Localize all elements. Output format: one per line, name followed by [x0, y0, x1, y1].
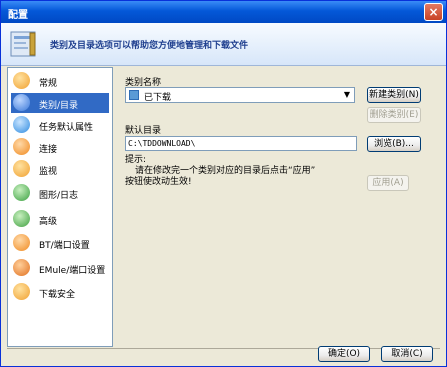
title-bar: 配置 ×	[1, 1, 446, 23]
cancel-button[interactable]: 取消(C)	[381, 346, 433, 362]
person-icon	[13, 72, 30, 89]
sidebar-item-bt-port[interactable]: BT/端口设置	[11, 233, 109, 253]
footer-divider	[7, 348, 440, 349]
banner-text: 类别及目录选项可以帮助您方便地管理和下载文件	[50, 41, 249, 51]
hint-line-1: 请在修改完一个类别对应的目录后点击“应用”	[135, 166, 316, 176]
apply-button[interactable]: 应用(A)	[367, 175, 409, 191]
hint-line-2: 按钮使改动生效!	[125, 177, 192, 187]
hint-title: 提示:	[125, 155, 147, 165]
banner: 类别及目录选项可以帮助您方便地管理和下载文件	[1, 23, 446, 66]
sidebar-item-label: 常规	[39, 79, 58, 89]
sidebar-item-task-defaults[interactable]: 任务默认属性	[11, 115, 109, 135]
sidebar-item-emule-port[interactable]: EMule/端口设置	[11, 258, 109, 278]
default-directory-label: 默认目录	[125, 126, 162, 136]
sidebar-item-label: 图形/日志	[39, 191, 79, 201]
chevron-down-icon[interactable]: ▼	[340, 88, 354, 102]
hint-text: 提示: 请在修改完一个类别对应的目录后点击“应用” 按钮使改动生效!	[125, 155, 345, 188]
new-category-button[interactable]: 新建类别(N)	[367, 87, 421, 103]
ok-button[interactable]: 确定(O)	[318, 346, 370, 362]
sidebar-item-label: 连接	[39, 145, 58, 155]
sidebar-item-label: 任务默认属性	[39, 123, 94, 133]
advanced-icon	[13, 210, 30, 227]
sidebar-item-monitor[interactable]: 监视	[11, 159, 109, 179]
sidebar-item-category-directory[interactable]: 类别/目录	[11, 93, 109, 113]
bt-icon	[13, 234, 30, 251]
category-sidebar: 常规 类别/目录 任务默认属性 连接 监视 图形/日志 高级 BT/端口设置 E…	[7, 67, 113, 347]
gear-icon	[13, 116, 30, 133]
sidebar-item-label: 监视	[39, 167, 58, 177]
sidebar-item-download-security[interactable]: 下载安全	[11, 282, 109, 302]
folder-icon	[13, 94, 30, 111]
close-button[interactable]: ×	[424, 3, 443, 21]
config-dialog: 配置 × 类别及目录选项可以帮助您方便地管理和下载文件 常规 类别/目录 任务默…	[0, 0, 447, 367]
emule-icon	[13, 259, 30, 276]
sidebar-item-label: BT/端口设置	[39, 241, 90, 251]
sidebar-item-label: EMule/端口设置	[39, 266, 106, 276]
window-title: 配置	[8, 10, 28, 21]
sidebar-item-connection[interactable]: 连接	[11, 137, 109, 157]
sidebar-item-label: 高级	[39, 217, 58, 227]
monitor-icon	[13, 160, 30, 177]
sidebar-item-general[interactable]: 常规	[11, 71, 109, 91]
connection-icon	[13, 138, 30, 155]
sidebar-item-label: 下载安全	[39, 290, 76, 300]
sidebar-item-advanced[interactable]: 高级	[11, 209, 109, 229]
directory-input[interactable]: C:\TDDOWNLOAD\	[125, 136, 357, 151]
category-icon	[129, 90, 139, 100]
category-value: 已下载	[144, 93, 172, 103]
settings-panel-icon	[10, 31, 36, 57]
shield-icon	[13, 283, 30, 300]
browse-button[interactable]: 浏览(B)...	[367, 136, 421, 152]
delete-category-button[interactable]: 删除类别(E)	[367, 107, 421, 123]
sidebar-item-label: 类别/目录	[39, 101, 79, 111]
category-select[interactable]: 已下载 ▼	[125, 87, 355, 103]
sidebar-item-graph-log[interactable]: 图形/日志	[11, 183, 109, 203]
chart-icon	[13, 184, 30, 201]
